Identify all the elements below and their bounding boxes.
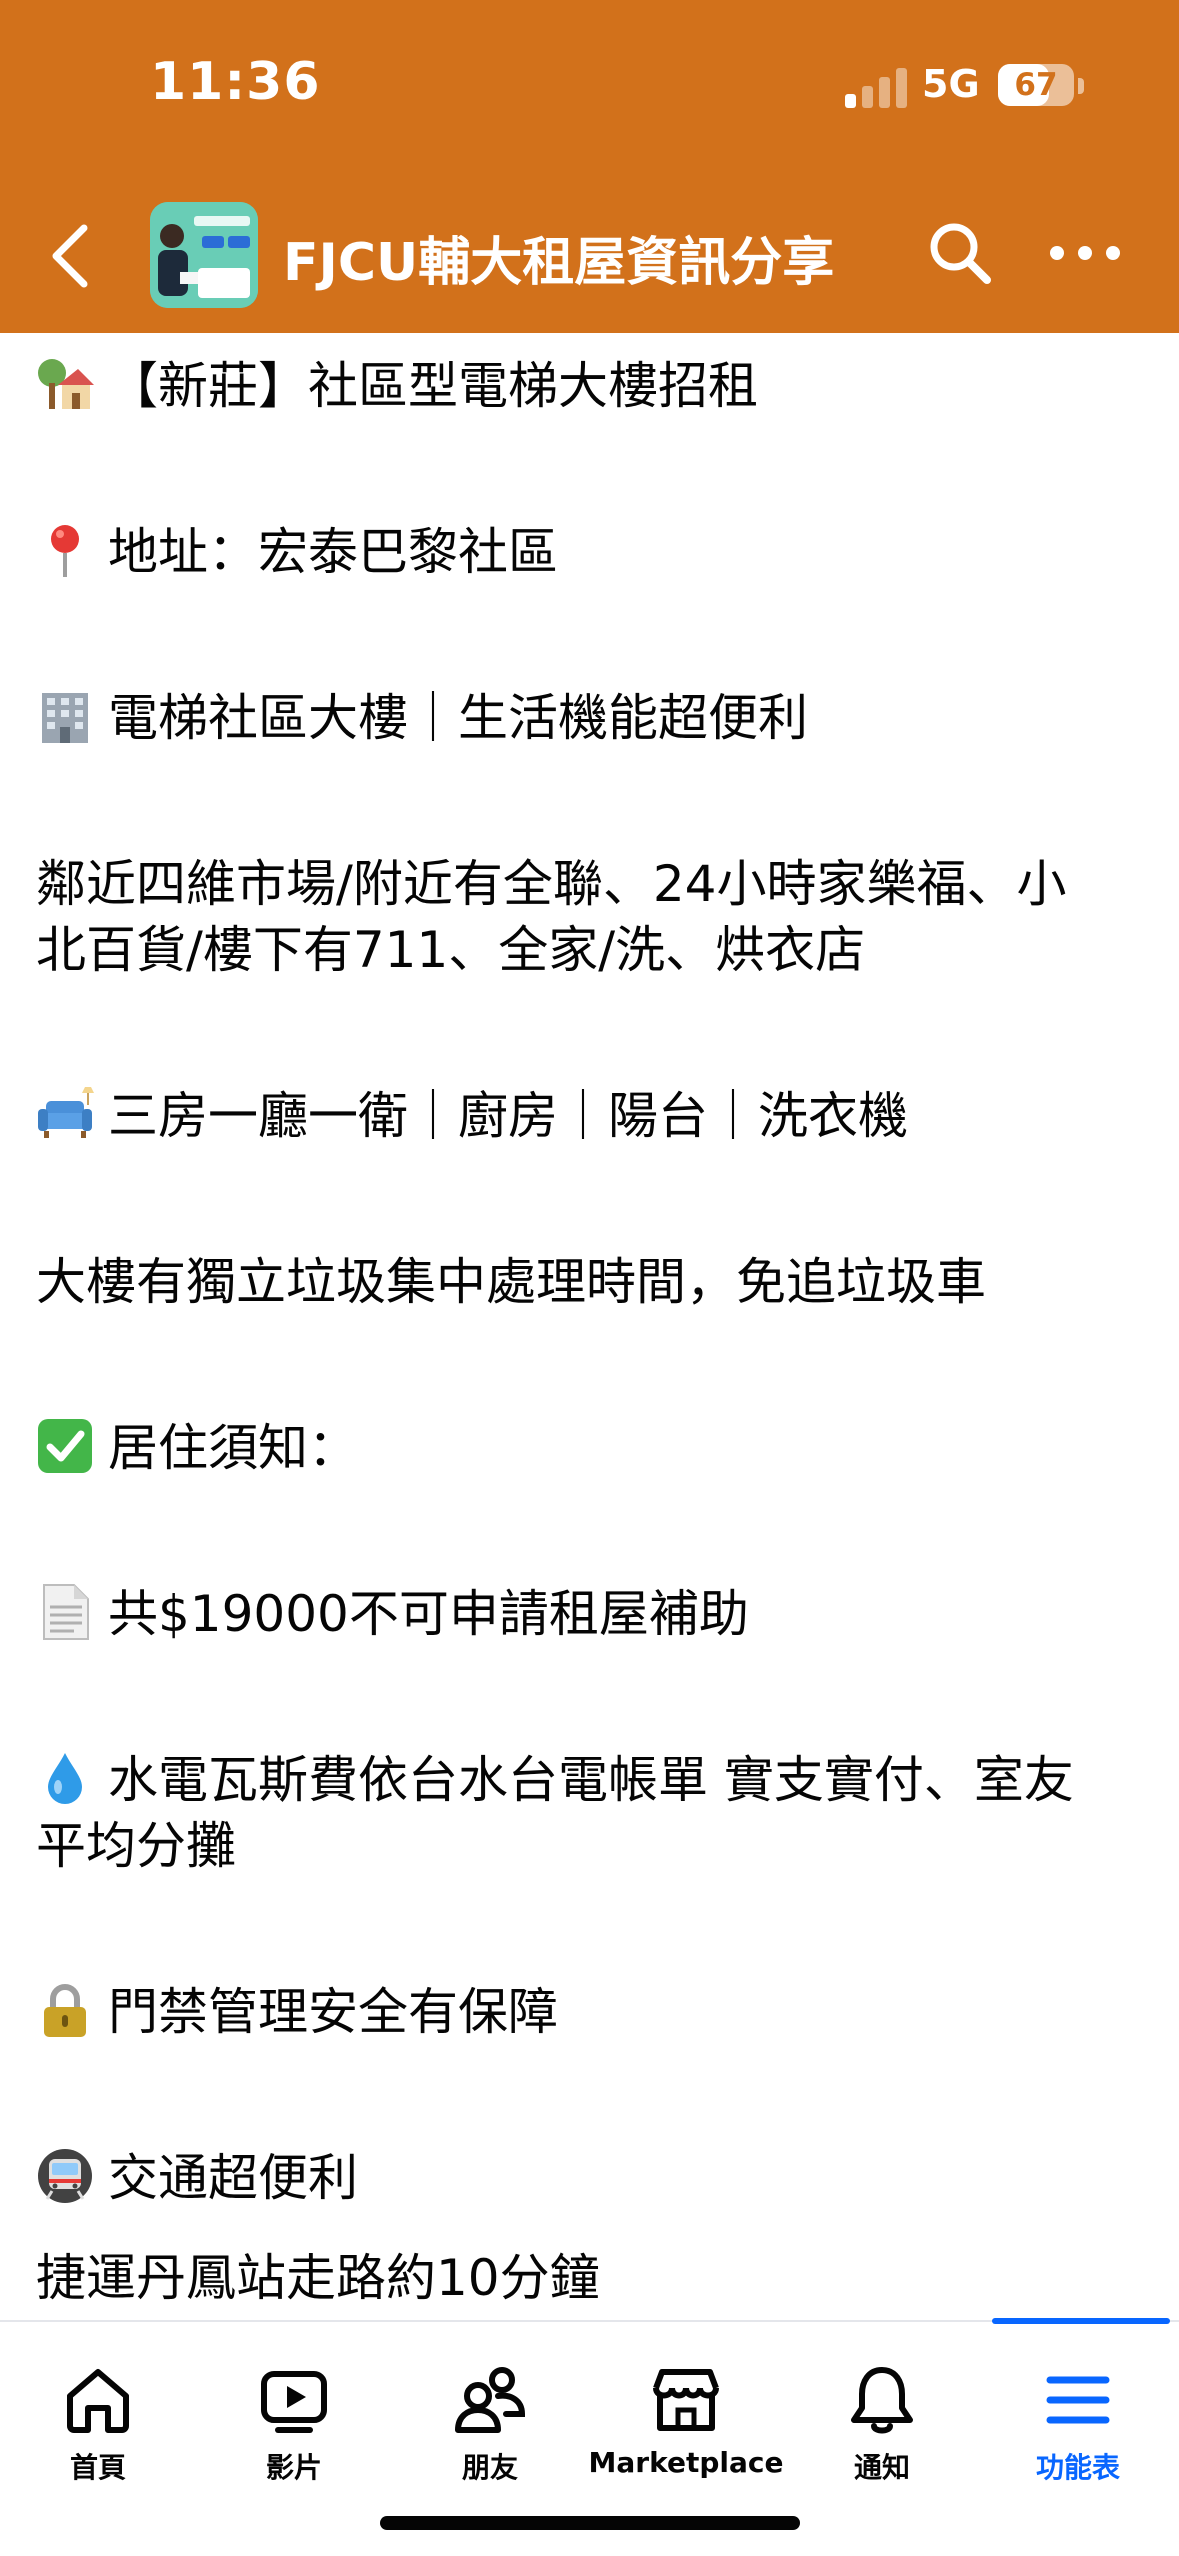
post-line: 居住須知： [36,1415,358,1481]
post-line: 捷運丹鳳站走路約10分鐘 [36,2249,600,2307]
battery-level: 67 [1014,67,1058,103]
post-line: 交通超便利 [36,2145,358,2211]
nav-label: Marketplace [588,2446,784,2479]
nav-label: 功能表 [1035,2451,1120,2484]
more-button[interactable] [1045,238,1125,268]
house-with-garden-icon [38,359,94,409]
battery-icon: 67 [998,64,1074,106]
more-horizontal-icon [1050,246,1120,260]
chevron-left-icon [52,224,88,288]
status-time: 11:36 [150,52,321,112]
couch-icon [38,1087,94,1138]
page-facing-up-icon [43,1584,89,1640]
nav-item-marketplace[interactable]: Marketplace [588,2322,784,2492]
nav-label: 影片 [265,2451,322,2484]
post-line-text: 居住須知： [108,1419,358,1477]
post-line-text: 共$19000不可申請租屋補助 [108,1585,749,1643]
friends-icon [455,2367,526,2433]
search-button[interactable] [925,218,995,288]
home-indicator [380,2516,800,2530]
office-building-icon [42,693,88,743]
post-line: 地址：宏泰巴黎社區 [36,519,558,585]
post-line: 門禁管理安全有保障 [36,1979,558,2045]
metro-icon [38,2149,92,2203]
menu-icon [1046,2376,1110,2424]
nav-item-notifications[interactable]: 通知 [784,2322,980,2492]
post-line: 平均分攤 [36,1817,236,1875]
battery-tip [1078,78,1084,94]
network-type: 5G [922,62,980,106]
post-line-text: 電梯社區大樓｜生活機能超便利 [108,689,808,747]
check-mark-button-icon [38,1419,92,1473]
home-icon [67,2369,129,2433]
nav-label: 通知 [853,2451,910,2484]
post-line-text: 門禁管理安全有保障 [108,1983,558,2041]
marketplace-icon [653,2369,719,2431]
group-title[interactable]: FJCU輔大租屋資訊分享 [283,220,834,295]
post-line: 鄰近四維市場/附近有全聯、24小時家樂福、小 [36,855,1067,913]
nav-item-friends[interactable]: 朋友 [392,2322,588,2492]
locked-icon [44,1984,86,2037]
round-pushpin-icon [51,525,79,577]
nav-item-video[interactable]: 影片 [196,2322,392,2492]
post-line: 電梯社區大樓｜生活機能超便利 [36,685,808,751]
post-line-text: 三房一廳一衛｜廚房｜陽台｜洗衣機 [108,1087,908,1145]
group-avatar[interactable] [150,202,258,308]
app-header: 11:36 5G 67 FJCU輔大租屋資訊分享 [0,0,1179,333]
post-line: 水電瓦斯費依台水台電帳單 實支實付、室友 [36,1747,1074,1813]
nav-item-menu[interactable]: 功能表 [980,2322,1176,2492]
back-button[interactable] [40,210,100,300]
post-line-text: 交通超便利 [108,2149,358,2207]
post-line: 三房一廳一衛｜廚房｜陽台｜洗衣機 [36,1083,908,1149]
post-line: 北百貨/樓下有711、全家/洗、烘衣店 [36,921,866,979]
nav-label: 首頁 [69,2451,126,2484]
post-line: 共$19000不可申請租屋補助 [36,1581,749,1647]
post-line: 【新莊】社區型電梯大樓招租 [36,353,758,419]
post-line: 大樓有獨立垃圾集中處理時間，免追垃圾車 [36,1253,986,1311]
post-line-text: 地址：宏泰巴黎社區 [108,523,558,581]
post-line-text: 水電瓦斯費依台水台電帳單 實支實付、室友 [108,1751,1074,1809]
video-icon [261,2371,327,2433]
bell-icon [851,2367,913,2434]
nav-item-home[interactable]: 首頁 [0,2322,196,2492]
signal-icon [845,66,915,108]
nav-label: 朋友 [461,2451,518,2484]
post-line-text: 【新莊】社區型電梯大樓招租 [108,357,758,415]
droplet-icon [48,1753,82,1804]
search-icon [930,223,991,284]
